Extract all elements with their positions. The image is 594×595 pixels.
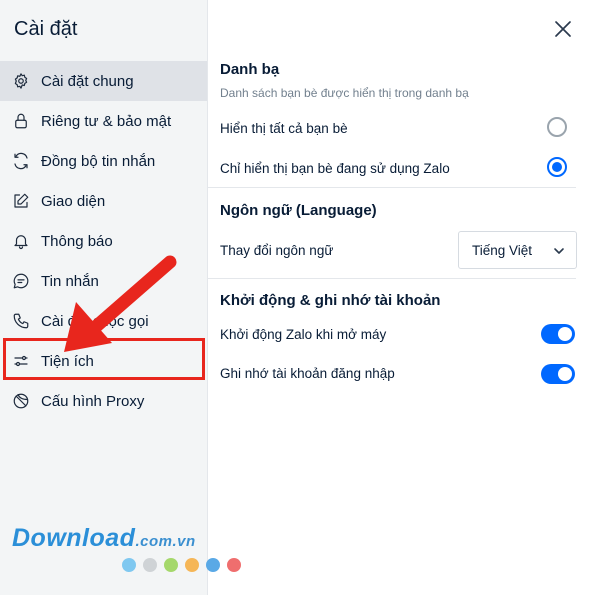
sync-icon — [11, 151, 31, 171]
close-button[interactable] — [552, 18, 574, 40]
sidebar-item-proxy[interactable]: Cấu hình Proxy — [0, 381, 207, 421]
section-divider — [208, 278, 576, 279]
watermark-dot — [122, 558, 136, 572]
chat-icon — [11, 271, 31, 291]
autostart-toggle[interactable] — [541, 324, 575, 344]
sidebar-item-sync[interactable]: Đồng bộ tin nhắn — [0, 141, 207, 181]
startup-section-title: Khởi động & ghi nhớ tài khoản — [220, 292, 441, 309]
watermark-dot — [143, 558, 157, 572]
show-all-friends-label: Hiển thị tất cả bạn bè — [220, 121, 348, 136]
watermark-logo: Download.com.vn — [12, 524, 196, 553]
watermark-brand: Download — [12, 524, 136, 552]
sidebar-item-privacy[interactable]: Riêng tư & bảo mật — [0, 101, 207, 141]
sidebar-item-label: Cấu hình Proxy — [41, 392, 145, 410]
language-select[interactable]: Tiếng Việt — [458, 231, 577, 269]
watermark-dots — [122, 558, 241, 572]
autostart-label: Khởi động Zalo khi mở máy — [220, 327, 387, 342]
contacts-section-subtitle: Danh sách bạn bè được hiển thị trong dan… — [220, 86, 469, 100]
gear-icon — [11, 71, 31, 91]
show-all-friends-radio[interactable] — [547, 117, 567, 137]
phone-icon — [11, 311, 31, 331]
contacts-section-title: Danh bạ — [220, 61, 280, 78]
watermark-dot — [185, 558, 199, 572]
sidebar-item-label: Riêng tư & bảo mật — [41, 112, 172, 130]
settings-sidebar: Cài đặt Cài đặt chung Riêng tư & bảo mật… — [0, 0, 208, 595]
chevron-down-icon — [552, 244, 566, 258]
remember-account-toggle[interactable] — [541, 364, 575, 384]
watermark-dot — [206, 558, 220, 572]
sidebar-item-notifications[interactable]: Thông báo — [0, 221, 207, 261]
sidebar-item-general[interactable]: Cài đặt chung — [0, 61, 207, 101]
bell-icon — [11, 231, 31, 251]
remember-account-label: Ghi nhớ tài khoản đăng nhập — [220, 366, 395, 381]
sidebar-item-label: Tin nhắn — [41, 272, 99, 290]
sidebar-item-calls[interactable]: Cài đặt cuộc gọi — [0, 301, 207, 341]
show-zalo-friends-label: Chỉ hiển thị bạn bè đang sử dụng Zalo — [220, 161, 450, 176]
language-section-title: Ngôn ngữ (Language) — [220, 202, 377, 219]
watermark-suffix: .com.vn — [135, 533, 196, 550]
watermark-dot — [164, 558, 178, 572]
watermark-dot — [227, 558, 241, 572]
sidebar-item-label: Giao diện — [41, 192, 106, 210]
close-icon — [555, 21, 571, 37]
sidebar-item-utilities[interactable]: Tiện ích — [0, 341, 207, 381]
settings-nav: Cài đặt chung Riêng tư & bảo mật Đồng bộ… — [0, 61, 207, 421]
sidebar-item-label: Thông báo — [41, 232, 113, 250]
show-zalo-friends-radio[interactable] — [547, 157, 567, 177]
edit-icon — [11, 191, 31, 211]
sidebar-item-appearance[interactable]: Giao diện — [0, 181, 207, 221]
proxy-icon — [11, 391, 31, 411]
change-language-label: Thay đổi ngôn ngữ — [220, 243, 334, 258]
sidebar-item-label: Cài đặt chung — [41, 72, 134, 90]
sidebar-item-messages[interactable]: Tin nhắn — [0, 261, 207, 301]
sidebar-item-label: Tiện ích — [41, 352, 94, 370]
section-divider — [208, 187, 576, 188]
sliders-icon — [11, 351, 31, 371]
sidebar-item-label: Đồng bộ tin nhắn — [41, 152, 156, 170]
language-select-value: Tiếng Việt — [472, 242, 533, 258]
sidebar-title: Cài đặt — [14, 18, 78, 40]
lock-icon — [11, 111, 31, 131]
sidebar-item-label: Cài đặt cuộc gọi — [41, 312, 149, 330]
